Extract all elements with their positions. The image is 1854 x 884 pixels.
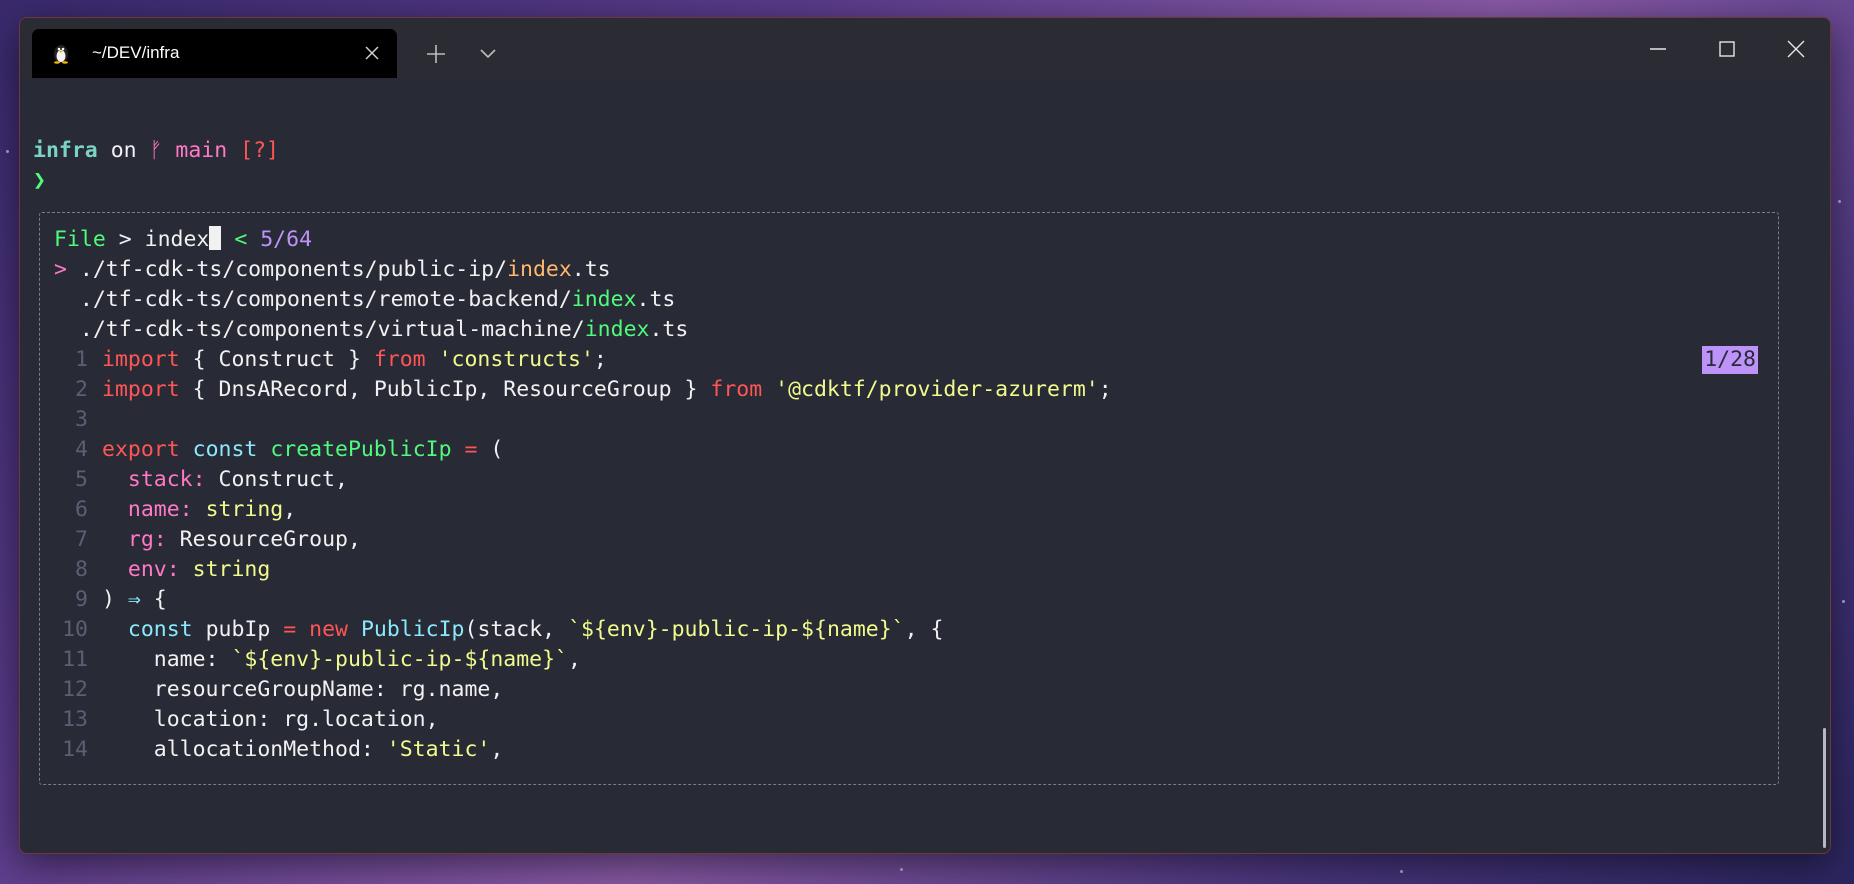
code-line: 10 const pubIp = new PublicIp(stack, `${… bbox=[62, 617, 944, 642]
background-star bbox=[6, 150, 9, 153]
code-line: 4 export const createPublicIp = ( bbox=[75, 437, 504, 462]
fzf-separator: > bbox=[118, 227, 132, 252]
code-line: 11 name: `${env}-public-ip-${name}`, bbox=[62, 647, 581, 672]
background-star bbox=[1838, 200, 1841, 203]
background-star bbox=[1400, 870, 1403, 873]
code-line: 1 import { Construct } from 'constructs'; bbox=[75, 347, 607, 372]
tab-infra[interactable]: ~/DEV/infra bbox=[32, 29, 397, 78]
close-tab-icon[interactable] bbox=[363, 44, 381, 62]
background-star bbox=[900, 868, 903, 871]
prompt-on: on bbox=[110, 138, 137, 163]
background-star bbox=[1842, 600, 1845, 603]
git-branch-name: main bbox=[175, 138, 228, 163]
fzf-match-count: 5/64 bbox=[260, 227, 313, 252]
fzf-result-item[interactable]: ./tf-cdk-ts/components/virtual-machine/i… bbox=[54, 315, 688, 345]
new-tab-icon[interactable] bbox=[425, 43, 447, 65]
code-line: 9) ⇒ { bbox=[75, 587, 167, 612]
fzf-result-item[interactable]: ./tf-cdk-ts/components/remote-backend/in… bbox=[54, 285, 675, 315]
fzf-query-line[interactable]: File > index < 5/64 bbox=[54, 225, 312, 255]
fzf-result-item[interactable]: > ./tf-cdk-ts/components/public-ip/index… bbox=[54, 255, 611, 285]
close-window-icon[interactable] bbox=[1785, 38, 1807, 60]
preview-position-badge: 1/28 bbox=[1702, 346, 1758, 374]
fzf-query-input[interactable]: index bbox=[145, 227, 210, 252]
minimize-icon[interactable] bbox=[1647, 38, 1669, 60]
chevron-down-icon[interactable] bbox=[478, 45, 498, 63]
code-line: 14 allocationMethod: 'Static', bbox=[62, 737, 504, 762]
tab-title: ~/DEV/infra bbox=[92, 43, 180, 62]
maximize-icon[interactable] bbox=[1716, 38, 1738, 60]
terminal-window: ~/DEV/infra infra on ᚠ main [?] ❯ File >… bbox=[19, 17, 1831, 854]
code-line: 2 import { DnsARecord, PublicIp, Resource… bbox=[75, 377, 1112, 402]
scrollbar-thumb[interactable] bbox=[1823, 728, 1826, 848]
terminal-content[interactable]: infra on ᚠ main [?] ❯ File > index < 5/6… bbox=[20, 78, 1830, 853]
title-bar: ~/DEV/infra bbox=[20, 18, 1830, 78]
prompt-arrow: ❯ bbox=[33, 168, 46, 193]
git-branch-icon: ᚠ bbox=[149, 138, 163, 163]
code-line: 12 resourceGroupName: rg.name, bbox=[62, 677, 504, 702]
linux-penguin-icon bbox=[54, 45, 68, 64]
prompt-directory: infra bbox=[33, 138, 98, 163]
git-status: [?] bbox=[240, 138, 279, 163]
code-line: 5 stack: Construct, bbox=[75, 467, 348, 492]
code-line: 8 env: string bbox=[75, 557, 271, 582]
fzf-back: < bbox=[234, 227, 248, 252]
code-line: 7 rg: ResourceGroup, bbox=[75, 527, 361, 552]
shell-prompt: infra on ᚠ main [?] bbox=[33, 136, 279, 166]
code-line: 6 name: string, bbox=[75, 497, 297, 522]
text-cursor bbox=[209, 226, 222, 250]
fzf-finder[interactable]: File > index < 5/64 > ./tf-cdk-ts/compon… bbox=[39, 212, 1779, 785]
fzf-label: File bbox=[54, 227, 106, 252]
code-line: 13 location: rg.location, bbox=[62, 707, 439, 732]
code-line: 3 bbox=[75, 407, 88, 432]
